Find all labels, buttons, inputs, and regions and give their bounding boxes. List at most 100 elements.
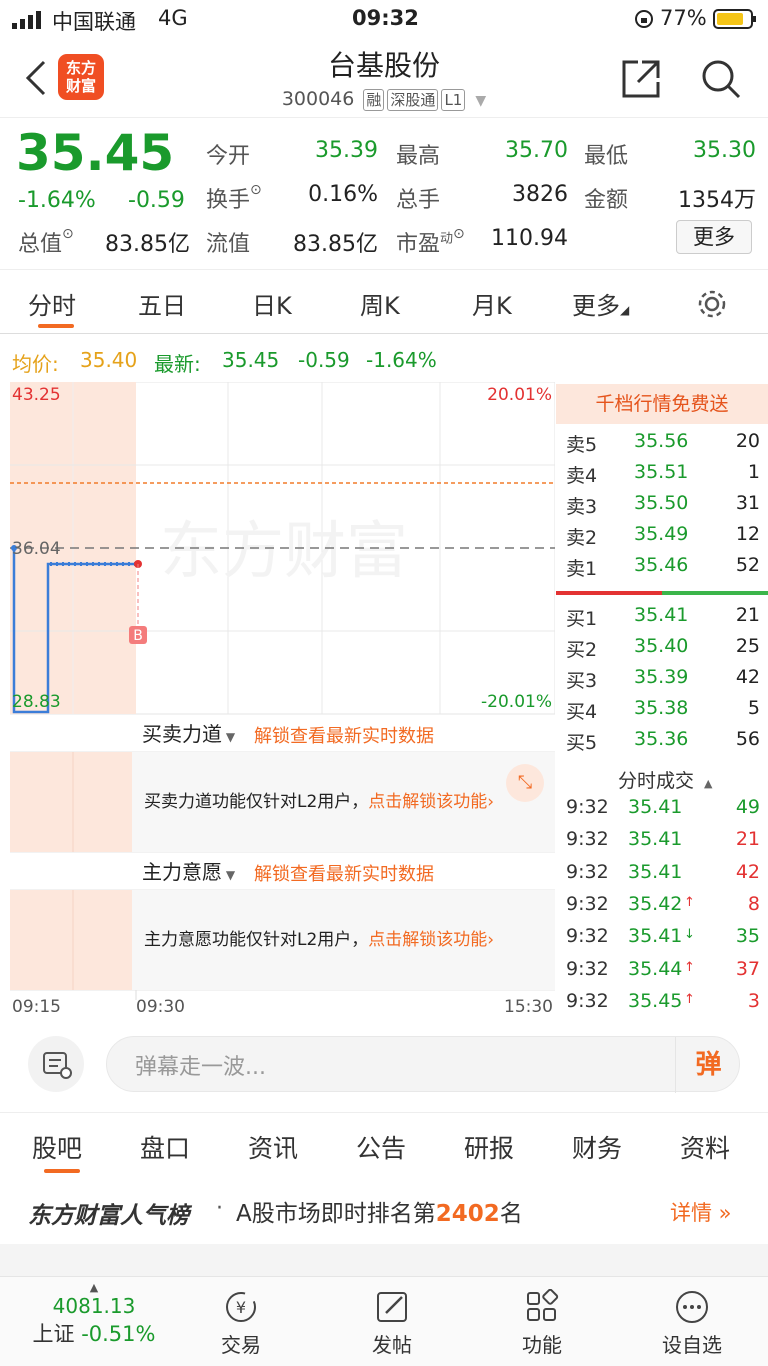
trade-volume: 37 <box>735 957 760 980</box>
sell-level-row[interactable]: 卖2 35.49 12 <box>556 523 768 554</box>
trade-volume: 21 <box>735 828 760 851</box>
trades-title[interactable]: 分时成交 ▲ <box>618 766 712 793</box>
tab-intraday[interactable]: 分时 <box>28 286 76 321</box>
index-ticker[interactable]: ▲ 4081.13 上证 -0.51% <box>24 1281 164 1348</box>
index-line: 上证 -0.51% <box>32 1322 156 1346</box>
sell-level-label: 卖3 <box>566 496 598 518</box>
trade-volume: 42 <box>735 860 760 883</box>
sell-level-row[interactable]: 卖4 35.51 1 <box>556 461 768 492</box>
comment-list-icon[interactable] <box>28 1036 84 1092</box>
power-unlock-link[interactable]: 解锁查看最新实时数据 <box>254 722 434 748</box>
rank-brand: 东方财富人气榜 <box>28 1203 189 1229</box>
change-percent: -1.64% <box>18 188 96 213</box>
nav-functions[interactable]: 功能 <box>487 1289 597 1358</box>
sell-level-price: 35.50 <box>634 492 689 514</box>
settings-gear-icon[interactable] <box>696 288 728 324</box>
y-mid-label: 36.04 <box>12 539 61 559</box>
trade-row: 9:32 35.41 ↓ 35 <box>556 925 768 956</box>
trade-icon: ¥ <box>226 1292 256 1322</box>
open-value: 35.39 <box>315 138 378 163</box>
sell-level-row[interactable]: 卖1 35.46 52 <box>556 554 768 585</box>
tab-profile[interactable]: 资料 <box>680 1129 730 1165</box>
caret-up-icon: ▲ <box>89 1281 99 1294</box>
buy-level-row[interactable]: 买2 35.40 25 <box>556 635 768 666</box>
share-icon[interactable] <box>620 58 662 104</box>
nav-bar: 东方 财富 台基股份 300046 融深股通 L1 ▼ <box>0 38 768 118</box>
buy-level-price: 35.41 <box>634 604 689 626</box>
tab-finance[interactable]: 财务 <box>572 1129 622 1165</box>
buy-level-row[interactable]: 买5 35.36 56 <box>556 728 768 759</box>
nav-trade[interactable]: ¥ 交易 <box>186 1289 296 1358</box>
status-bar: 中国联通 4G 09:32 77% <box>0 0 768 38</box>
market-cap-label[interactable]: 总值⊙ <box>18 226 74 258</box>
buy-level-row[interactable]: 买1 35.41 21 <box>556 604 768 635</box>
trade-row: 9:32 35.45 ↑ 3 <box>556 990 768 1021</box>
y-bottom-label: 28.83 <box>12 692 61 712</box>
power-selector[interactable]: 买卖力道 ▼ <box>138 718 240 747</box>
buy-level-volume: 56 <box>735 728 760 750</box>
tab-monthly-k[interactable]: 月K <box>472 286 512 321</box>
power-panel-text[interactable]: 买卖力道功能仅针对L2用户，点击解锁该功能› <box>132 752 555 852</box>
buy-level-row[interactable]: 买4 35.38 5 <box>556 697 768 728</box>
trade-price: 35.44 <box>628 957 683 980</box>
trade-time: 9:32 <box>566 989 609 1012</box>
sell-level-label: 卖5 <box>566 434 598 456</box>
trade-time: 9:32 <box>566 796 609 818</box>
intraday-chart[interactable]: 东方财富 B 43.25 36.04 28.83 20.01% -20.01% … <box>10 382 555 1018</box>
expand-icon[interactable]: ⤡ <box>506 764 544 802</box>
tab-daily-k[interactable]: 日K <box>252 286 292 321</box>
y-top-label: 43.25 <box>12 385 61 405</box>
intent-panel-text[interactable]: 主力意愿功能仅针对L2用户，点击解锁该功能› <box>132 890 555 990</box>
nav-add-watchlist[interactable]: 设自选 <box>637 1289 747 1358</box>
sell-level-row[interactable]: 卖3 35.50 31 <box>556 492 768 523</box>
sell-level-row[interactable]: 卖5 35.56 20 <box>556 430 768 461</box>
trade-volume: 35 <box>735 925 760 948</box>
trade-row: 9:32 35.42 ↑ 8 <box>556 893 768 924</box>
pe-value: 110.94 <box>491 226 568 251</box>
tab-weekly-k[interactable]: 周K <box>360 286 400 321</box>
turnover-label[interactable]: 换手⊙ <box>206 182 262 214</box>
trade-time: 9:32 <box>566 957 609 980</box>
latest-change: -0.59 <box>298 348 350 372</box>
battery-percent: 77% <box>660 6 707 30</box>
buy-level-row[interactable]: 买3 35.39 42 <box>556 666 768 697</box>
pe-label[interactable]: 市盈动⊙ <box>396 226 465 258</box>
tab-research[interactable]: 研报 <box>464 1129 514 1165</box>
promo-banner[interactable]: 千档行情免费送 <box>556 384 768 424</box>
tab-five-day[interactable]: 五日 <box>138 286 186 321</box>
trade-volume: 8 <box>747 892 760 915</box>
tab-more[interactable]: 更多◢ <box>572 286 629 321</box>
pct-bottom-label: -20.01% <box>481 692 552 712</box>
send-danmu-button[interactable]: 弹 <box>675 1037 741 1093</box>
buy-level-label: 买2 <box>566 639 598 661</box>
float-cap-label: 流值 <box>206 232 251 257</box>
rank-detail-link[interactable]: 详情 » <box>670 1197 732 1227</box>
tab-news[interactable]: 资讯 <box>248 1129 298 1165</box>
search-icon[interactable] <box>700 58 742 104</box>
sell-level-price: 35.51 <box>634 461 689 483</box>
network-type: 4G <box>158 6 188 30</box>
info-icon: ⊙ <box>453 226 465 242</box>
popularity-rank[interactable]: 东方财富人气榜 · A股市场即时排名第2402名 详情 » <box>0 1178 768 1244</box>
nav-post[interactable]: 发帖 <box>337 1289 447 1358</box>
trade-row: 9:32 35.41 42 <box>556 861 768 892</box>
tab-orderbook[interactable]: 盘口 <box>140 1129 190 1165</box>
quote-panel: 35.45 -1.64% -0.59 今开 35.39 最高 35.70 最低 … <box>0 120 768 270</box>
intent-unlock-link[interactable]: 解锁查看最新实时数据 <box>254 860 434 886</box>
sell-level-volume: 20 <box>735 430 760 452</box>
double-chevron-icon: » <box>712 1201 732 1225</box>
tab-announcements[interactable]: 公告 <box>356 1129 406 1165</box>
stock-code: 300046 <box>281 88 355 110</box>
avg-label: 均价: <box>12 352 59 376</box>
intent-selector[interactable]: 主力意愿 ▼ <box>138 856 240 885</box>
buy-level-volume: 21 <box>735 604 760 626</box>
sell-level-volume: 1 <box>747 461 760 483</box>
tab-forum[interactable]: 股吧 <box>32 1129 82 1165</box>
comment-input[interactable]: 弹幕走一波... 弹 <box>106 1036 741 1093</box>
info-icon: ⊙ <box>62 226 74 242</box>
rank-dot: · <box>216 1196 223 1221</box>
trade-time: 9:32 <box>566 860 609 883</box>
trade-row: 9:32 35.41 49 <box>556 796 768 827</box>
trade-direction-icon: ↓ <box>684 927 695 943</box>
more-button[interactable]: 更多 <box>676 220 752 254</box>
